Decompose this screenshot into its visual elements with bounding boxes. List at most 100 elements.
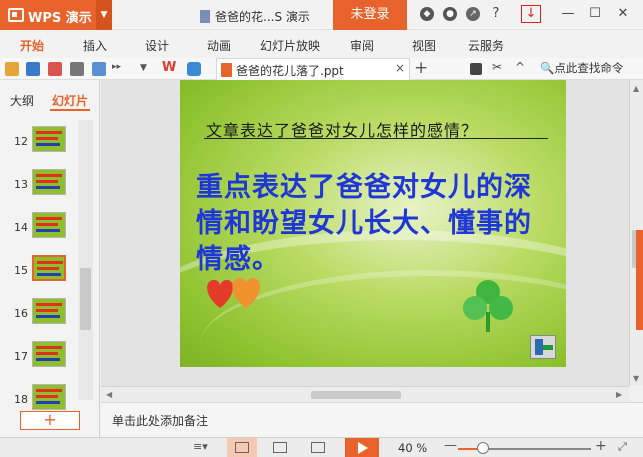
document-icon [200, 10, 210, 23]
slide-thumbnail[interactable] [32, 126, 66, 152]
notes-placeholder: 单击此处添加备注 [112, 414, 209, 428]
login-button[interactable]: 未登录 [333, 0, 407, 30]
download-icon[interactable]: ↓ [521, 5, 541, 23]
tab-outline[interactable]: 大纲 [10, 92, 34, 109]
scroll-left-icon[interactable]: ◀ [106, 390, 112, 399]
maximize-button[interactable]: ☐ [583, 4, 607, 24]
slide-thumbnail-row[interactable]: 12 [0, 126, 78, 156]
close-tab-icon[interactable]: × [395, 61, 405, 75]
slides-panel: 大纲 幻灯片 12 13 14 15 16 17 18 + [0, 80, 100, 437]
slide-thumbnail[interactable] [32, 384, 66, 410]
zoom-knob[interactable] [477, 442, 489, 454]
search-label: 点此查找命令 [554, 61, 624, 75]
tab-home[interactable]: 开始 [20, 37, 44, 54]
quick-toolbar: ▸▸ ▼ W 爸爸的花儿落了.ppt × + ✂ ^ 🔍点此查找命令 [0, 58, 643, 80]
document-tab[interactable]: 爸爸的花儿落了.ppt × [216, 58, 410, 80]
more-icon[interactable]: ▸▸ [112, 62, 121, 76]
print-preview-icon[interactable] [92, 62, 106, 76]
slide-thumbnail-row[interactable]: 17 [0, 341, 78, 371]
zoom-out-icon[interactable]: — [444, 438, 457, 454]
app-name: WPS 演示 [28, 11, 92, 26]
slide-number: 14 [14, 221, 28, 234]
horizontal-scroll-thumb[interactable] [311, 391, 401, 399]
zoom-level[interactable]: 40 % [398, 441, 427, 455]
play-slideshow-button[interactable] [345, 438, 379, 457]
horizontal-scrollbar[interactable]: ◀ ▶ [101, 386, 629, 402]
tab-view[interactable]: 视图 [412, 37, 436, 54]
search-icon: 🔍 [540, 61, 555, 75]
grid-view-icon [273, 442, 287, 453]
slide-thumbnail-row[interactable]: 18 [0, 384, 78, 414]
slide[interactable]: 文章表达了爸爸对女儿怎样的感情？ 重点表达了爸爸对女儿的深情和盼望女儿长大、懂事… [180, 80, 566, 367]
tab-cloud[interactable]: 云服务 [468, 37, 504, 54]
add-slide-button[interactable]: + [20, 411, 80, 430]
close-button[interactable]: ✕ [611, 4, 635, 24]
title-underline [204, 138, 548, 139]
fit-window-icon[interactable]: ⤢ [618, 440, 627, 456]
wps-w-icon[interactable]: W [162, 60, 176, 75]
slide-thumbnail-row[interactable]: 16 [0, 298, 78, 328]
cube-icon[interactable] [187, 62, 201, 76]
save-icon[interactable] [26, 62, 40, 76]
side-panel-handle[interactable] [636, 230, 643, 330]
minimize-button[interactable]: — [556, 4, 580, 24]
ppt-file-icon [221, 63, 232, 77]
slide-number: 16 [14, 307, 28, 320]
search-command[interactable]: 🔍点此查找命令 [540, 60, 623, 76]
slide-thumbnail-row[interactable]: 13 [0, 169, 78, 199]
new-tab-button[interactable]: + [414, 58, 428, 78]
tab-insert[interactable]: 插入 [83, 37, 107, 54]
hearts-decoration [207, 278, 261, 308]
slide-body-text[interactable]: 重点表达了爸爸对女儿的深情和盼望女儿长大、懂事的情感。 [196, 170, 556, 278]
chevron-down-icon[interactable]: ▼ [96, 0, 112, 30]
dropdown-icon[interactable]: ▼ [140, 63, 150, 77]
app-menu-button[interactable]: WPS 演示 ▼ [0, 0, 112, 30]
print-icon[interactable] [70, 62, 84, 76]
tab-slideshow[interactable]: 幻灯片放映 [260, 37, 320, 54]
slide-thumbnail[interactable] [32, 298, 66, 324]
notes-pane[interactable]: 单击此处添加备注 [101, 402, 643, 437]
slide-thumbnail[interactable] [32, 255, 66, 281]
tab-animation[interactable]: 动画 [207, 37, 231, 54]
normal-view-icon [235, 442, 249, 453]
settings-icon[interactable]: ● [443, 7, 457, 21]
layout-menu-icon[interactable]: ≡▾ [193, 440, 208, 456]
panel-scroll-thumb[interactable] [80, 268, 91, 330]
window-title-text: 爸爸的花...S 演示 [215, 10, 310, 24]
collapse-icon[interactable]: ^ [515, 60, 529, 74]
panel-scrollbar[interactable] [78, 120, 93, 400]
slide-thumbnail-row[interactable]: 15 [0, 255, 78, 285]
window-title: 爸爸的花...S 演示 [200, 8, 310, 25]
normal-view-button[interactable] [227, 438, 257, 457]
slide-thumbnail-row[interactable]: 14 [0, 212, 78, 242]
scroll-down-icon[interactable]: ▼ [633, 374, 639, 383]
tab-slides[interactable]: 幻灯片 [49, 92, 91, 111]
scroll-right-icon[interactable]: ▶ [616, 390, 622, 399]
slide-sorter-button[interactable] [265, 438, 295, 457]
slideshow-icon[interactable] [470, 63, 482, 75]
export-pdf-icon[interactable] [48, 62, 62, 76]
skin-icon[interactable]: ◆ [420, 7, 434, 21]
slide-thumbnail[interactable] [32, 212, 66, 238]
panel-tabs: 大纲 幻灯片 [0, 80, 100, 114]
reading-view-button[interactable] [303, 438, 333, 457]
slide-thumbnail[interactable] [32, 341, 66, 367]
slide-thumbnail[interactable] [32, 169, 66, 195]
tools-icon[interactable]: ✂ [492, 60, 506, 74]
menu-bar: 开始 插入 设计 动画 幻灯片放映 审阅 视图 云服务 [0, 30, 643, 58]
tab-review[interactable]: 审阅 [350, 37, 374, 54]
zoom-slider[interactable] [458, 442, 591, 454]
exit-door-icon[interactable] [530, 335, 556, 359]
help-icon[interactable]: ? [484, 4, 508, 24]
scroll-up-icon[interactable]: ▲ [633, 84, 639, 93]
open-folder-icon[interactable] [5, 62, 19, 76]
tab-design[interactable]: 设计 [145, 37, 169, 54]
slide-number: 18 [14, 393, 28, 406]
slide-number: 15 [14, 264, 28, 277]
zoom-in-icon[interactable]: + [595, 438, 607, 454]
status-bar: ≡▾ 40 % — + ⤢ [0, 437, 643, 457]
book-view-icon [311, 442, 325, 453]
share-icon[interactable]: ↗ [466, 7, 480, 21]
document-tab-label: 爸爸的花儿落了.ppt [236, 64, 344, 78]
slide-canvas: 文章表达了爸爸对女儿怎样的感情？ 重点表达了爸爸对女儿的深情和盼望女儿长大、懂事… [101, 80, 643, 402]
